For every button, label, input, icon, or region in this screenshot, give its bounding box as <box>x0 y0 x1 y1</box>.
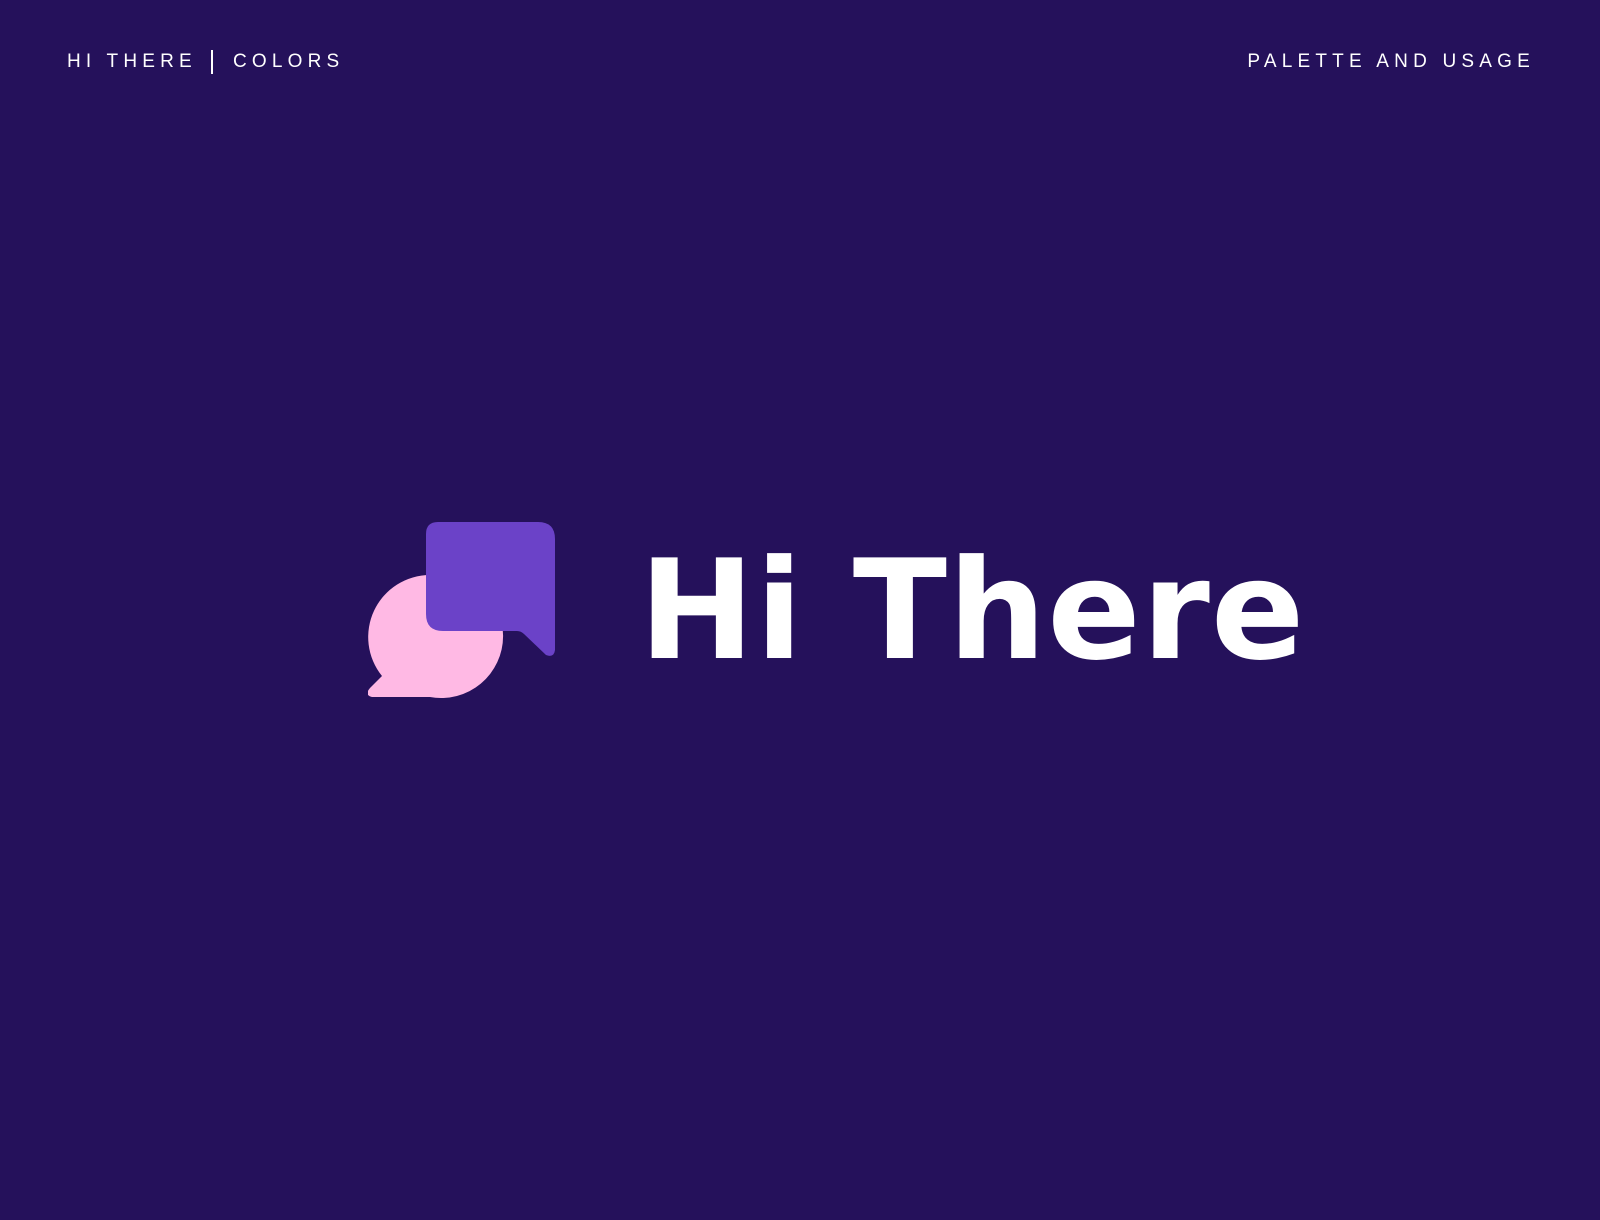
chat-bubbles-icon <box>368 522 555 698</box>
brand-label: HI THERE <box>67 51 197 72</box>
brand-logo: Hi There <box>368 520 1305 698</box>
section-label: COLORS <box>232 51 345 72</box>
header-divider <box>210 50 213 74</box>
page-header: HI THERE COLORS PALETTE AND USAGE <box>67 50 1535 74</box>
page-subtitle: PALETTE AND USAGE <box>1247 51 1535 72</box>
brand-wordmark: Hi There <box>639 530 1306 691</box>
header-title-group: HI THERE COLORS <box>67 50 344 74</box>
